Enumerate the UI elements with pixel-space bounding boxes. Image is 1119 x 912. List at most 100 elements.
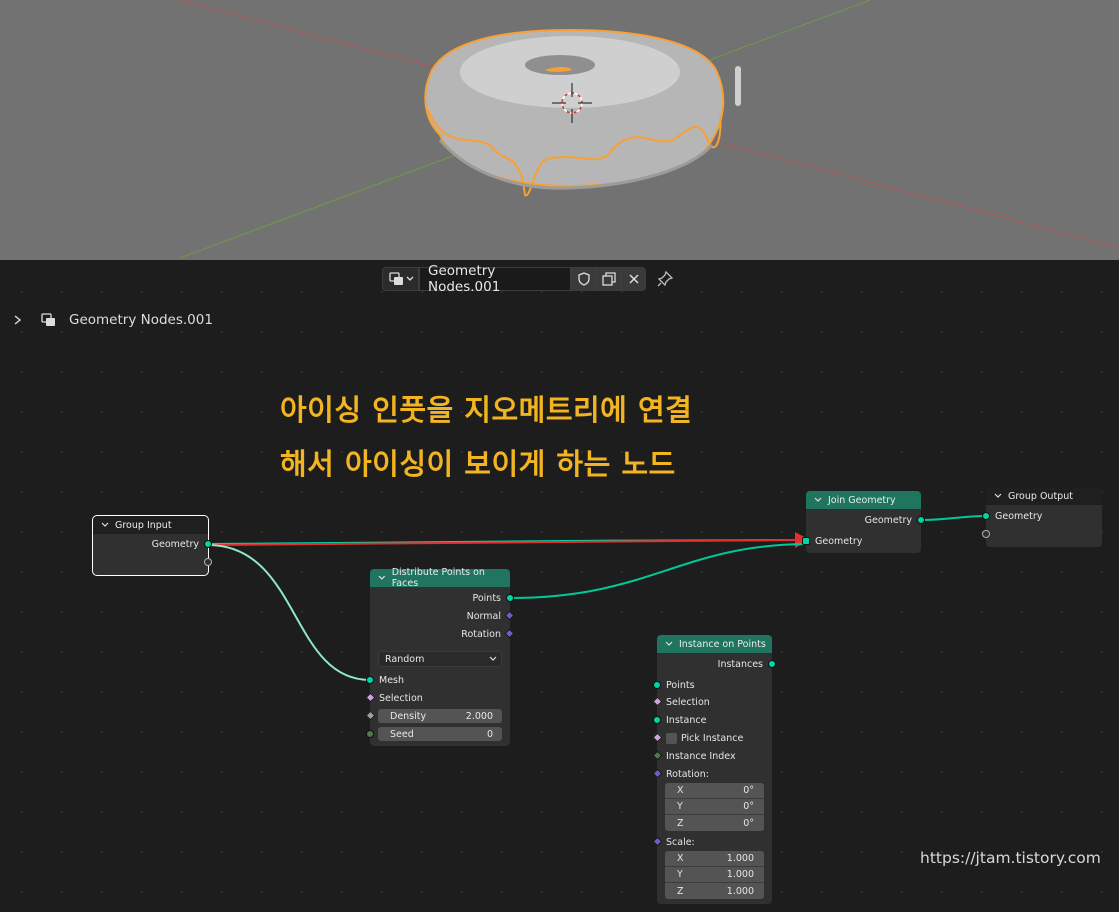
duplicate-button[interactable] xyxy=(596,267,621,291)
scale-x-field[interactable]: X 1.000 xyxy=(665,851,764,867)
node-header[interactable]: Instance on Points xyxy=(657,635,772,653)
output-points: Points xyxy=(370,590,514,606)
socket-label: Rotation: xyxy=(666,768,709,780)
node-group-input[interactable]: Group Input Geometry xyxy=(92,515,212,576)
axis-value: 0° xyxy=(743,785,754,796)
input-pick-instance: Pick Instance xyxy=(652,730,772,746)
pick-instance-checkbox[interactable] xyxy=(666,732,677,744)
socket-label: Rotation xyxy=(461,628,501,640)
socket-label: Geometry xyxy=(151,538,199,550)
rotation-vector-fields: X 0° Y 0° Z 0° xyxy=(665,783,764,831)
socket-label: Selection xyxy=(666,696,710,708)
unlink-button[interactable] xyxy=(621,267,646,291)
node-title: Group Input xyxy=(115,519,172,531)
distribute-mode-dropdown[interactable]: Random xyxy=(378,651,502,667)
node-tree-icon xyxy=(388,272,413,285)
density-field[interactable]: Density 2.000 xyxy=(378,709,502,723)
field-value: 0 xyxy=(486,728,493,740)
rotation-x-field[interactable]: X 0° xyxy=(665,783,764,799)
fake-user-button[interactable] xyxy=(571,267,596,291)
node-instance-on-points[interactable]: Instance on Points Instances Points Sele… xyxy=(652,635,776,904)
chevron-down-icon xyxy=(489,656,497,661)
field-label: Density xyxy=(390,710,427,722)
integer-socket[interactable] xyxy=(366,730,374,738)
chevron-down-icon[interactable] xyxy=(814,496,822,504)
node-title: Distribute Points on Faces xyxy=(391,567,485,589)
chevron-down-icon[interactable] xyxy=(665,640,673,648)
axis-label: X xyxy=(677,853,684,864)
node-header[interactable]: Group Output xyxy=(986,487,1102,505)
field-label: Seed xyxy=(390,728,414,740)
breadcrumb: Geometry Nodes.001 xyxy=(12,310,213,330)
socket-label: Points xyxy=(666,679,695,691)
small-object xyxy=(735,66,741,106)
socket-label: Instance xyxy=(666,714,707,726)
watermark: https://jtam.tistory.com xyxy=(920,849,1101,867)
node-title: Join Geometry xyxy=(828,494,896,506)
pin-button[interactable] xyxy=(654,267,676,291)
geometry-socket[interactable] xyxy=(653,716,661,724)
socket-label: Scale: xyxy=(666,836,695,848)
output-rotation: Rotation xyxy=(370,626,515,642)
rotation-z-field[interactable]: Z 0° xyxy=(665,815,764,831)
output-geometry: Geometry xyxy=(93,536,212,552)
duplicate-icon xyxy=(601,272,616,286)
input-scale: Scale: xyxy=(652,834,772,850)
rotation-y-field[interactable]: Y 0° xyxy=(665,799,764,815)
empty-socket[interactable] xyxy=(982,530,990,538)
geometry-socket[interactable] xyxy=(917,516,925,524)
socket-label: Normal xyxy=(466,610,501,622)
node-tree-icon xyxy=(41,313,55,326)
chevron-right-icon[interactable] xyxy=(12,313,24,327)
scale-z-field[interactable]: Z 1.000 xyxy=(665,883,764,899)
node-title: Group Output xyxy=(1008,490,1073,502)
socket-label: Geometry xyxy=(815,535,863,547)
geometry-socket[interactable] xyxy=(768,660,776,668)
axis-label: X xyxy=(677,785,684,796)
output-geometry: Geometry xyxy=(806,512,925,528)
chevron-down-icon[interactable] xyxy=(994,492,1002,500)
geometry-socket[interactable] xyxy=(366,676,374,684)
input-geometry: Geometry xyxy=(802,533,921,549)
axis-value: 1.000 xyxy=(726,869,754,880)
input-selection: Selection xyxy=(652,694,772,710)
axis-value: 0° xyxy=(743,817,754,829)
input-instance-index: Instance Index xyxy=(652,748,772,764)
seed-field[interactable]: Seed 0 xyxy=(378,727,502,741)
node-editor[interactable] xyxy=(0,260,1119,912)
axis-value: 1.000 xyxy=(726,853,754,864)
socket-label: Geometry xyxy=(995,510,1043,522)
output-normal: Normal xyxy=(370,608,515,624)
viewport-scene xyxy=(179,0,1119,259)
close-icon xyxy=(628,274,639,284)
input-geometry: Geometry xyxy=(982,508,1102,524)
chevron-down-icon[interactable] xyxy=(378,574,386,582)
socket-label: Pick Instance xyxy=(681,732,744,744)
node-tree-type-dropdown[interactable] xyxy=(382,267,419,291)
geometry-socket[interactable] xyxy=(653,681,661,689)
node-header[interactable]: Group Input xyxy=(93,516,208,534)
pin-icon xyxy=(657,270,674,287)
node-group-output[interactable]: Group Output Geometry xyxy=(982,487,1102,547)
socket-label: Instances xyxy=(717,658,763,670)
node-header[interactable]: Distribute Points on Faces xyxy=(370,567,510,589)
input-selection: Selection xyxy=(365,690,510,706)
node-group-name-field[interactable]: Geometry Nodes.001 xyxy=(419,263,571,295)
geometry-socket[interactable] xyxy=(506,594,514,602)
socket-label: Selection xyxy=(379,692,423,704)
socket-label: Geometry xyxy=(864,514,912,526)
geometry-socket[interactable] xyxy=(204,540,212,548)
multi-input-socket[interactable] xyxy=(802,537,810,545)
axis-label: Y xyxy=(677,801,683,812)
3d-viewport[interactable] xyxy=(0,0,1119,260)
node-header[interactable]: Join Geometry xyxy=(806,491,921,509)
input-instance: Instance xyxy=(653,712,772,728)
axis-label: Z xyxy=(677,817,684,829)
empty-socket[interactable] xyxy=(204,558,212,566)
chevron-down-icon[interactable] xyxy=(101,521,109,529)
socket-label: Mesh xyxy=(379,674,405,686)
node-join-geometry[interactable]: Join Geometry Geometry Geometry xyxy=(802,491,925,553)
scale-y-field[interactable]: Y 1.000 xyxy=(665,867,764,883)
node-distribute-points-on-faces[interactable]: Distribute Points on Faces Points Normal… xyxy=(365,567,515,746)
geometry-socket[interactable] xyxy=(982,512,990,520)
